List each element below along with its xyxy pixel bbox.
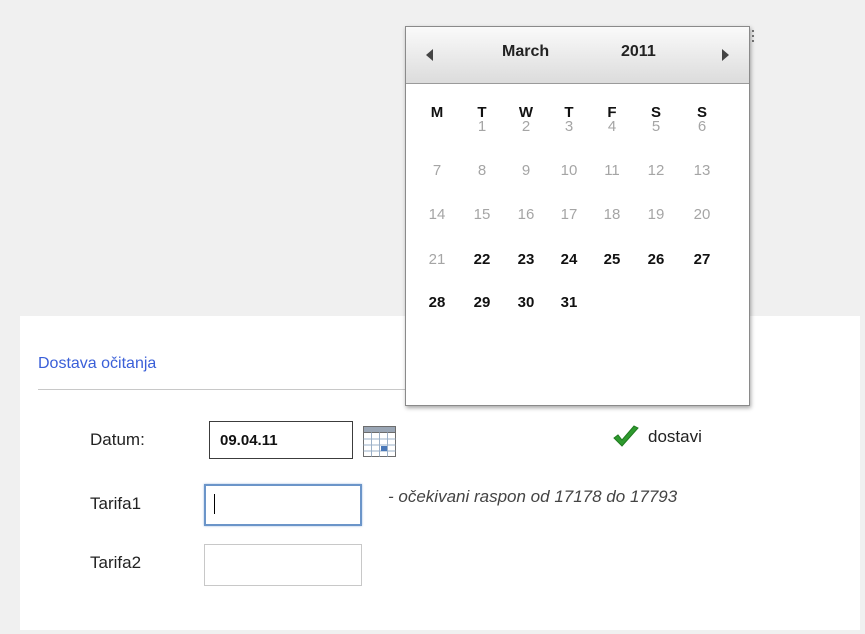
submit-button[interactable]: dostavi [612, 425, 702, 449]
calendar-day[interactable]: 29 [465, 294, 499, 311]
previous-month-button[interactable] [420, 44, 440, 66]
calendar-day: 17 [560, 206, 578, 223]
calendar-day[interactable]: 23 [509, 251, 543, 268]
edge-marker [752, 30, 754, 44]
calendar-day: 14 [428, 206, 446, 223]
calendar-month: March [502, 43, 550, 60]
next-month-button[interactable] [715, 44, 735, 66]
calendar-day: 15 [473, 206, 491, 223]
calendar-day: 18 [603, 206, 621, 223]
calendar-day: 20 [693, 206, 711, 223]
calendar-day[interactable]: 28 [420, 294, 454, 311]
tarifa1-label: Tarifa1 [90, 494, 142, 513]
calendar-day: 3 [564, 118, 574, 135]
calendar-day: 12 [647, 162, 665, 179]
tarifa2-input[interactable] [204, 544, 362, 586]
section-title: Dostava očitanja [38, 355, 157, 372]
calendar-day: 1 [477, 118, 487, 135]
calendar-icon [363, 426, 396, 457]
calendar-day: 2 [521, 118, 531, 135]
calendar-day[interactable]: 27 [685, 251, 719, 268]
range-hint: - očekivani raspon od 17178 do 17793 [388, 487, 678, 506]
calendar-day: 4 [607, 118, 617, 135]
calendar-day: 7 [432, 162, 442, 179]
weekday-header: M [430, 104, 444, 121]
calendar-day: 16 [517, 206, 535, 223]
calendar-day[interactable]: 24 [552, 251, 586, 268]
calendar-day: 11 [604, 162, 620, 179]
calendar-day[interactable]: 31 [552, 294, 586, 311]
calendar-day[interactable]: 22 [465, 251, 499, 268]
checkmark-icon [613, 425, 639, 447]
datum-label: Datum: [90, 430, 145, 449]
calendar-day: 21 [428, 251, 446, 268]
calendar-day[interactable]: 26 [639, 251, 673, 268]
calendar-year: 2011 [621, 43, 656, 60]
calendar-day[interactable]: 30 [509, 294, 543, 311]
calendar-day: 10 [560, 162, 578, 179]
datum-input[interactable] [209, 421, 353, 459]
tarifa2-label: Tarifa2 [90, 553, 142, 572]
calendar-day: 8 [477, 162, 487, 179]
calendar-header: March 2011 [406, 27, 749, 84]
tarifa1-input[interactable] [204, 484, 362, 526]
calendar-button[interactable] [362, 424, 402, 460]
calendar-day: 13 [693, 162, 711, 179]
text-caret [214, 494, 215, 514]
calendar-day: 19 [647, 206, 665, 223]
calendar-day: 5 [651, 118, 661, 135]
calendar-day: 9 [521, 162, 531, 179]
triangle-right-icon [722, 49, 729, 61]
calendar-day[interactable]: 25 [595, 251, 629, 268]
calendar-popup: March 2011 M T W T F S S 1 2 3 4 5 6 7 8 9 10 11 12 13 14 15 1… [405, 26, 750, 406]
calendar-day: 6 [697, 118, 707, 135]
submit-label: dostavi [648, 427, 702, 446]
triangle-left-icon [426, 49, 433, 61]
